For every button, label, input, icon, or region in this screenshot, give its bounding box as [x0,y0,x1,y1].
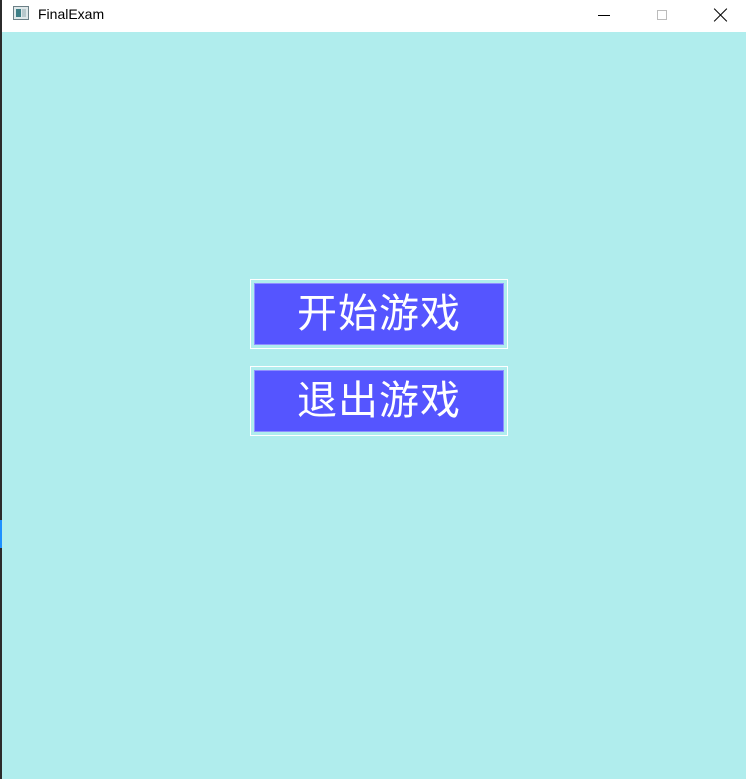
start-game-label: 开始游戏 [297,291,461,337]
exit-game-label: 退出游戏 [297,378,461,424]
start-game-button-face: 开始游戏 [254,283,504,345]
minimize-icon [598,14,610,16]
start-game-button[interactable]: 开始游戏 [250,279,508,349]
exit-game-button-face: 退出游戏 [254,370,504,432]
title-bar[interactable]: FinalExam [2,0,746,32]
app-window: FinalExam 开始游戏 退出游戏 [0,0,746,779]
close-icon [714,8,728,22]
app-icon [13,6,29,20]
minimize-button[interactable] [581,0,627,30]
maximize-button[interactable] [639,0,685,30]
maximize-icon [657,10,667,20]
close-button[interactable] [698,0,744,30]
window-title: FinalExam [38,6,105,22]
game-canvas: 开始游戏 退出游戏 [2,32,746,779]
exit-game-button[interactable]: 退出游戏 [250,366,508,436]
